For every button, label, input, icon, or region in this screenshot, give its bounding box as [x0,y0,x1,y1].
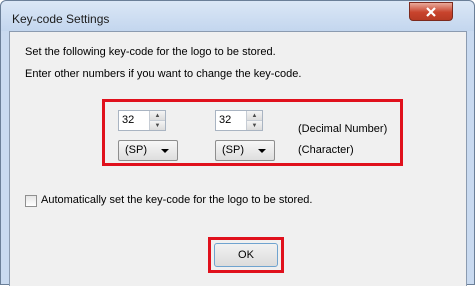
keycode-highlight-box [102,99,403,166]
ok-button[interactable]: OK [214,243,278,267]
close-button[interactable] [409,2,453,21]
auto-set-checkbox-label[interactable]: Automatically set the key-code for the l… [41,194,312,206]
dialog-content: Set the following key-code for the logo … [9,31,467,286]
dialog-window: Key-code Settings Set the following key-… [0,0,475,286]
instruction-line-2: Enter other numbers if you want to chang… [25,68,302,80]
instruction-line-1: Set the following key-code for the logo … [25,46,276,58]
window-title: Key-code Settings [12,12,110,26]
close-icon [426,6,436,17]
title-bar[interactable]: Key-code Settings [1,1,474,31]
auto-set-checkbox[interactable] [25,195,37,207]
